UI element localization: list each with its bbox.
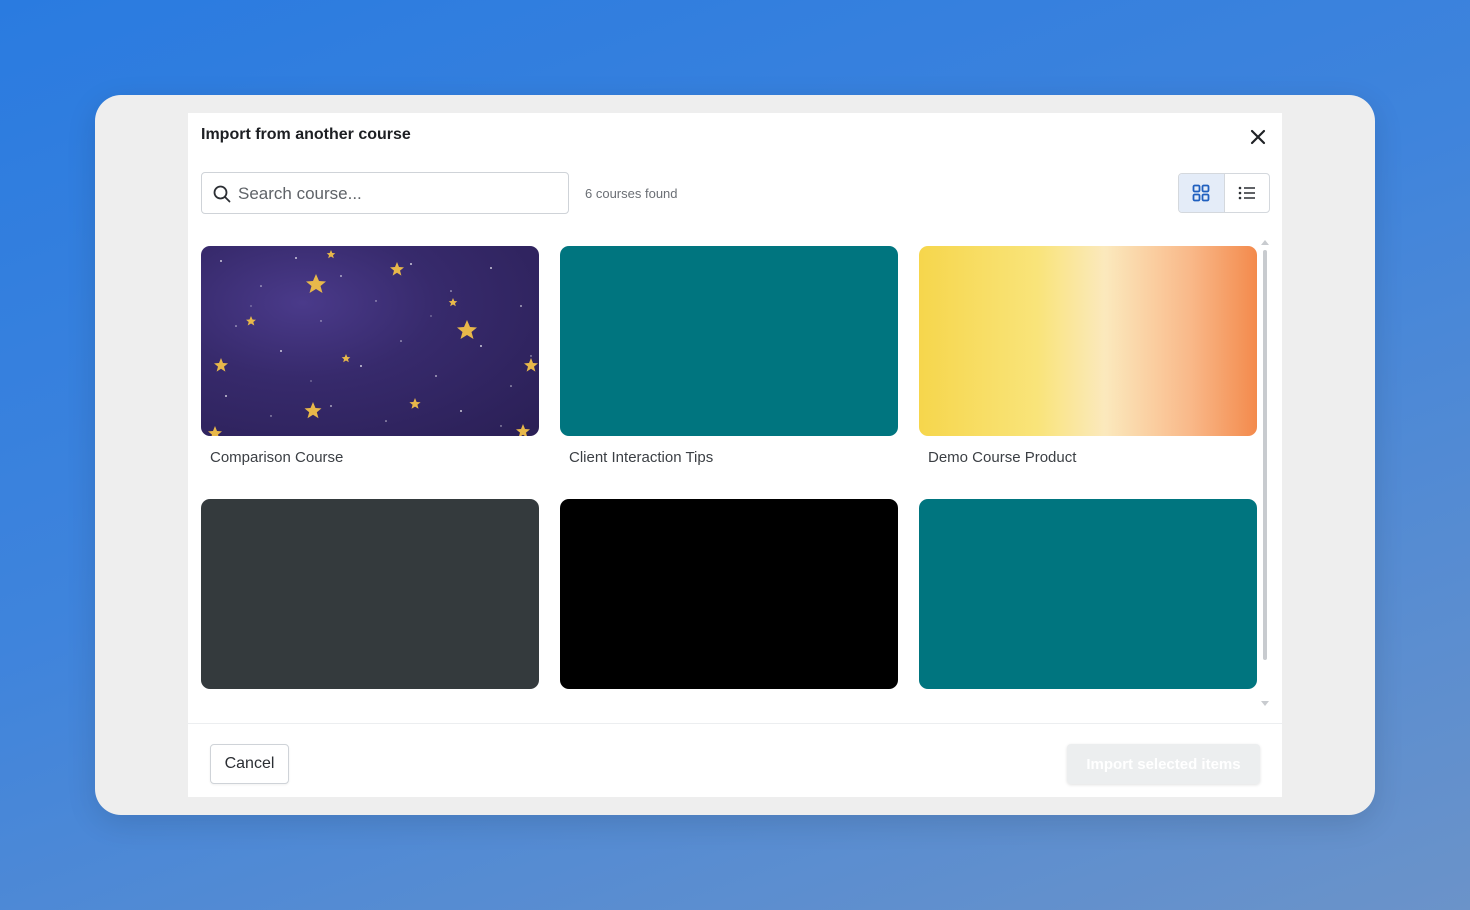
close-button[interactable] <box>1246 125 1270 149</box>
course-card[interactable]: Client Interaction Tips <box>560 246 898 466</box>
course-title: Comparison Course <box>210 449 344 466</box>
scrollbar-thumb[interactable] <box>1263 250 1267 660</box>
course-thumbnail <box>560 246 898 436</box>
grid-icon <box>1192 184 1210 202</box>
import-course-modal: Import from another course 6 courses fou… <box>188 113 1282 797</box>
course-thumbnail <box>919 499 1257 689</box>
screenshot-frame: Import from another course 6 courses fou… <box>95 95 1375 815</box>
scrollbar[interactable] <box>1260 240 1270 706</box>
scroll-down-arrow-icon[interactable] <box>1261 701 1269 706</box>
course-card[interactable] <box>560 499 898 689</box>
course-card[interactable]: Comparison Course <box>201 246 539 466</box>
course-thumbnail <box>560 499 898 689</box>
list-icon <box>1238 186 1255 200</box>
course-grid: Comparison Course Client Interaction Tip… <box>201 246 1261 706</box>
modal-title: Import from another course <box>201 126 411 143</box>
modal-footer: Cancel Import selected items <box>188 723 1282 798</box>
stars-pattern <box>208 250 538 436</box>
cancel-button[interactable]: Cancel <box>210 744 289 784</box>
course-title: Client Interaction Tips <box>569 449 714 466</box>
course-card[interactable]: Demo Course Product <box>919 246 1257 466</box>
course-title: Demo Course Product <box>928 449 1077 466</box>
close-icon <box>1250 129 1266 145</box>
view-toggle <box>1178 173 1270 213</box>
course-thumbnail <box>201 246 539 436</box>
grid-view-button[interactable] <box>1179 174 1225 212</box>
course-card[interactable] <box>201 499 539 689</box>
search-box <box>201 172 569 215</box>
results-count: 6 courses found <box>585 186 678 201</box>
search-input[interactable] <box>236 173 560 215</box>
course-thumbnail <box>201 499 539 689</box>
search-icon <box>213 185 231 203</box>
course-card[interactable] <box>919 499 1257 689</box>
list-view-button[interactable] <box>1225 174 1270 212</box>
course-thumbnail <box>919 246 1257 436</box>
import-selected-button[interactable]: Import selected items <box>1067 744 1260 784</box>
scroll-up-arrow-icon[interactable] <box>1261 240 1269 245</box>
